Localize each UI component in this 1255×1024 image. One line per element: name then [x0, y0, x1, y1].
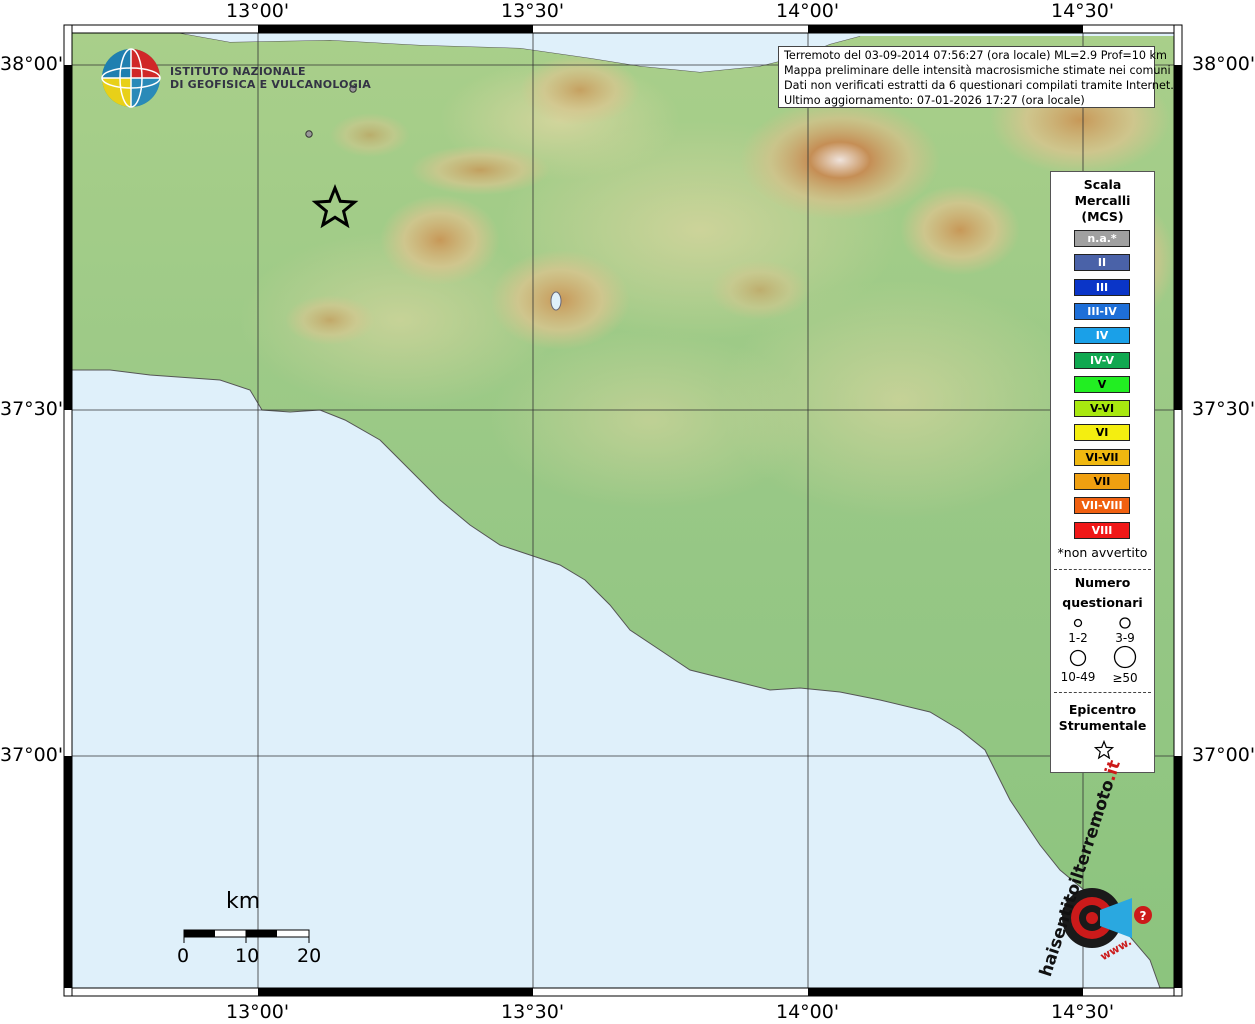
- legend: Scala Mercalli (MCS) n.a.* II III III-IV IV I…: [1050, 171, 1155, 773]
- legend-note: *non avvertito: [1057, 545, 1148, 560]
- scale-unit: km: [226, 889, 261, 914]
- lon-tick-top: 14°00': [776, 0, 840, 22]
- info-line-2: Mappa preliminare delle intensità macros…: [784, 64, 1171, 77]
- count-label-3: 10-49: [1060, 670, 1096, 684]
- intensity-swatch: VII-VIII: [1074, 497, 1130, 515]
- count-circle-10-49: [1069, 649, 1087, 667]
- epicenter-legend-2: Strumentale: [1058, 718, 1147, 733]
- intensity-swatch: VII: [1074, 473, 1130, 490]
- ingv-logo-line2: DI GEOFISICA E VULCANOLOGIA: [170, 78, 371, 91]
- lon-tick-bottom: 14°00': [776, 1001, 840, 1023]
- count-circle-50: [1113, 645, 1137, 669]
- intensity-swatch: IV: [1074, 327, 1130, 345]
- lon-tick-bottom: 13°30': [501, 1001, 565, 1023]
- count-label-1: 1-2: [1068, 631, 1088, 645]
- legend-divider: [1054, 692, 1151, 693]
- epicenter-legend-star-icon: [1094, 740, 1114, 760]
- lat-tick-left: 37°00': [0, 744, 64, 766]
- lon-tick-bottom: 13°00': [226, 1001, 290, 1023]
- ingv-logo-text: ISTITUTO NAZIONALE DI GEOFISICA E VULCAN…: [170, 65, 371, 91]
- intensity-swatch: n.a.*: [1074, 230, 1130, 247]
- info-line-3: Dati non verificati estratti da 6 questi…: [784, 79, 1174, 92]
- intensity-swatch: VIII: [1074, 521, 1130, 539]
- legend-title-3: (MCS): [1081, 209, 1124, 224]
- svg-text:?: ?: [1140, 909, 1147, 923]
- intensity-swatch: III-IV: [1074, 302, 1130, 320]
- legend-divider: [1054, 569, 1151, 570]
- info-line-1: Terremoto del 03-09-2014 07:56:27 (ora l…: [784, 49, 1167, 62]
- count-title-2: questionari: [1062, 595, 1143, 610]
- epicenter-legend-1: Epicentro: [1068, 702, 1137, 717]
- event-info-box: Terremoto del 03-09-2014 07:56:27 (ora l…: [778, 46, 1174, 108]
- scale-label-20: 20: [297, 945, 322, 967]
- count-label-2: 3-9: [1115, 631, 1135, 645]
- lon-tick-bottom: 14°30': [1051, 1001, 1115, 1023]
- intensity-swatch: VI: [1074, 424, 1130, 442]
- lat-tick-right: 38°00': [1192, 53, 1255, 75]
- lat-tick-right: 37°30': [1192, 398, 1255, 420]
- lat-tick-right: 37°00': [1192, 744, 1255, 766]
- count-circle-3-9: [1119, 617, 1131, 629]
- intensity-swatch: II: [1074, 254, 1130, 272]
- info-line-4: Ultimo aggiornamento: 07-01-2026 17:27 (…: [784, 94, 1085, 107]
- intensity-swatch: V-VI: [1074, 400, 1130, 418]
- town-marker: [305, 130, 313, 138]
- count-label-4: ≥50: [1112, 671, 1138, 685]
- map-area: [72, 33, 1174, 988]
- intensity-swatch: III: [1074, 278, 1130, 296]
- lon-tick-top: 13°00': [226, 0, 290, 22]
- lake: [550, 291, 562, 311]
- scale-label-0: 0: [177, 945, 190, 967]
- intensity-swatch: V: [1074, 375, 1130, 393]
- legend-title-1: Scala: [1083, 177, 1122, 192]
- lat-tick-left: 38°00': [0, 53, 64, 75]
- lon-tick-top: 13°30': [501, 0, 565, 22]
- ingv-logo-line1: ISTITUTO NAZIONALE: [170, 65, 306, 78]
- intensity-swatch: VI-VII: [1074, 448, 1130, 466]
- count-title-1: Numero: [1074, 575, 1131, 590]
- count-circle-1-2: [1073, 618, 1083, 628]
- ingv-logo-icon: [101, 48, 161, 108]
- lat-tick-left: 37°30': [0, 398, 64, 420]
- scale-label-10: 10: [235, 945, 260, 967]
- legend-title-2: Mercalli: [1074, 193, 1131, 208]
- intensity-swatch: IV-V: [1074, 351, 1130, 369]
- lon-tick-top: 14°30': [1051, 0, 1115, 22]
